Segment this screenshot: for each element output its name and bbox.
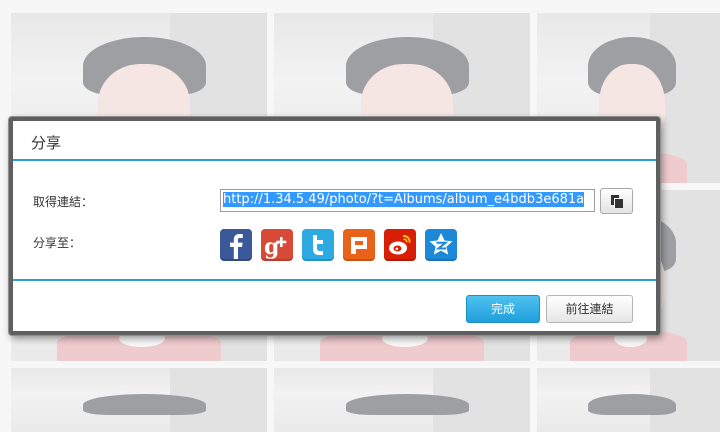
qzone-icon[interactable]	[425, 229, 457, 261]
share-link-text: http://1.34.5.49/photo/?t=Albums/album_e…	[223, 192, 585, 207]
dialog-footer-divider	[13, 279, 656, 281]
dialog-title: 分享	[31, 134, 62, 152]
svg-text:g: g	[264, 234, 279, 260]
share-to-label: 分享至：	[33, 236, 82, 250]
go-to-link-button[interactable]: 前往連結	[546, 295, 633, 323]
copy-link-button[interactable]	[600, 188, 633, 214]
twitter-icon[interactable]	[302, 229, 334, 261]
google-plus-icon[interactable]: g	[261, 229, 293, 261]
copy-icon	[611, 195, 623, 208]
dialog-header: 分享	[13, 121, 656, 161]
share-dialog: 分享 取得連結： http://1.34.5.49/photo/?t=Album…	[9, 117, 660, 335]
weibo-icon[interactable]	[384, 229, 416, 261]
share-link-field[interactable]: http://1.34.5.49/photo/?t=Albums/album_e…	[220, 189, 595, 212]
plurk-icon[interactable]	[343, 229, 375, 261]
facebook-icon[interactable]	[220, 229, 252, 261]
get-link-label: 取得連結：	[33, 195, 94, 209]
done-button[interactable]: 完成	[466, 295, 540, 323]
